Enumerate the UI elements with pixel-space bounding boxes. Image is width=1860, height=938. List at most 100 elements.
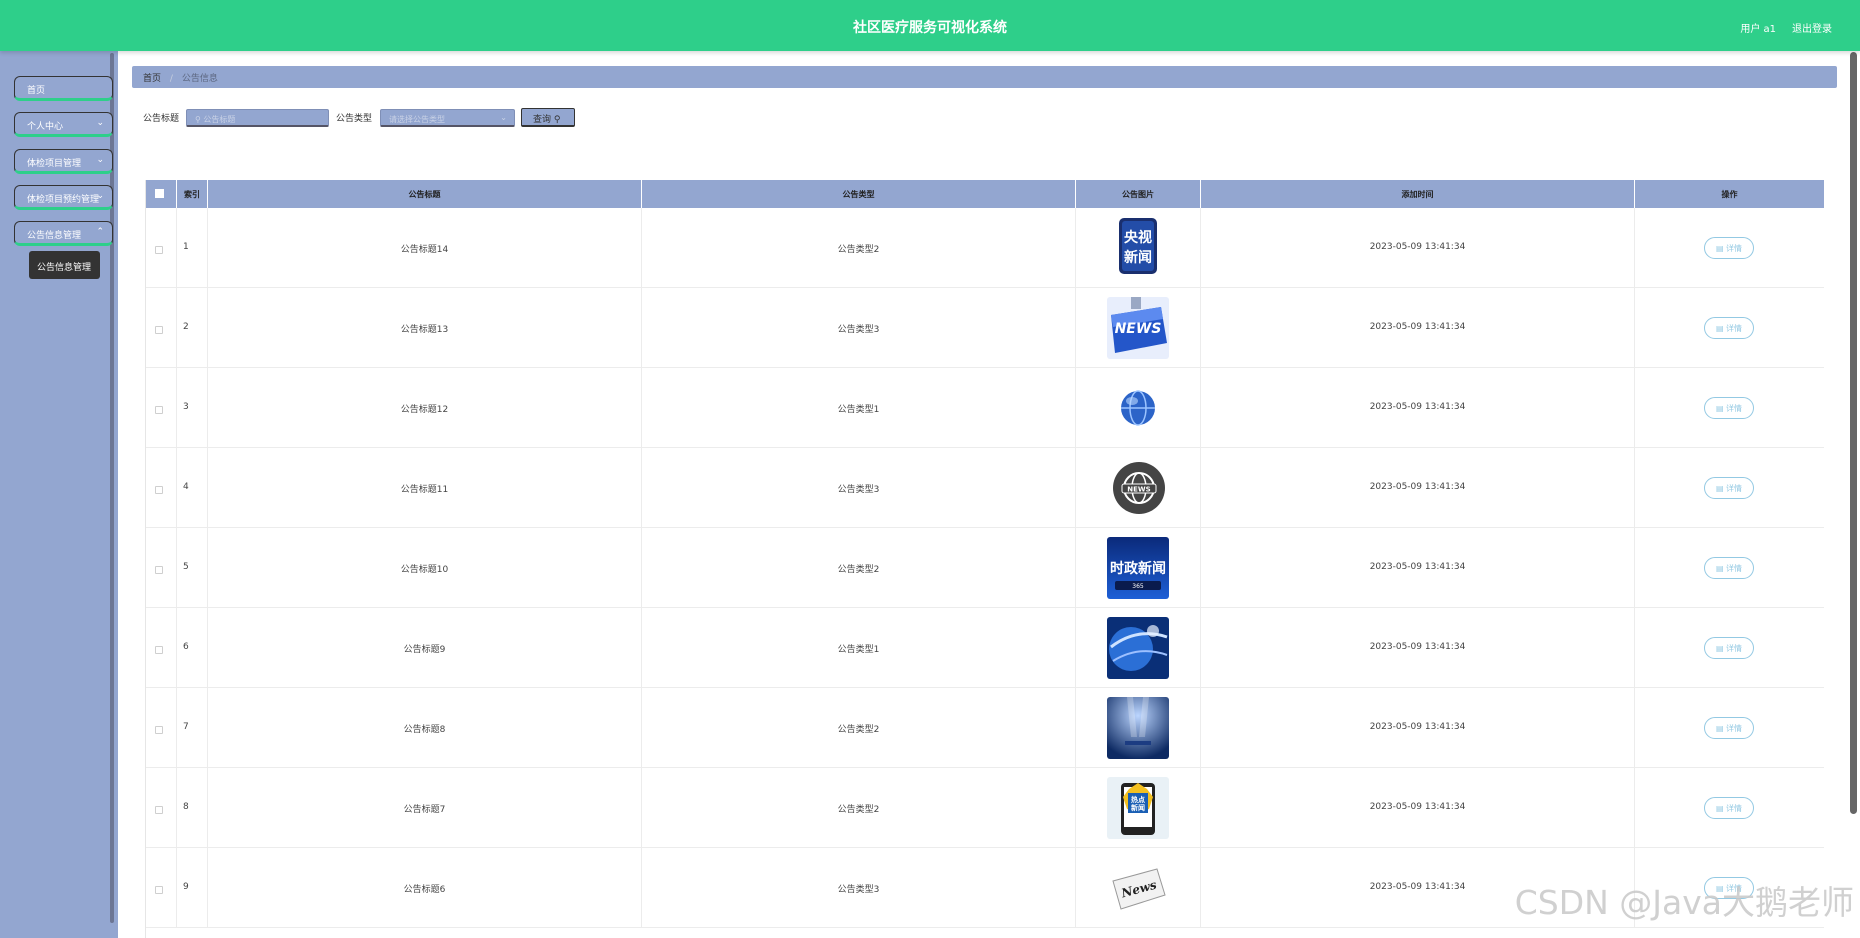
actions-cell: ▤ 详情 <box>1635 368 1824 448</box>
row-checkbox-cell <box>146 768 177 848</box>
breadcrumb-home[interactable]: 首页 <box>143 74 161 84</box>
chevron-down-icon: ⌄ <box>96 191 104 201</box>
index-cell: 6 <box>177 608 208 688</box>
table-row: 2 公告标题13 公告类型3 NEWS 2023-05-09 13:41:34 … <box>146 288 1824 368</box>
image-cell <box>1076 368 1201 448</box>
sidebar-item-label: 体检项目管理 <box>27 159 82 169</box>
detail-button[interactable]: ▤ 详情 <box>1704 477 1754 499</box>
table-row: 7 公告标题8 公告类型2 2023-05-09 13:41:34 ▤ 详情 <box>146 688 1824 768</box>
svg-text:央视: 央视 <box>1124 229 1152 246</box>
time-cell: 2023-05-09 13:41:34 <box>1201 208 1635 288</box>
logout-link[interactable]: 退出登录 <box>1792 20 1832 35</box>
actions-cell: ▤ 详情 <box>1635 208 1824 288</box>
table-row: 1 公告标题14 公告类型2 央视 新闻 2023-05-09 13:41:34 … <box>146 208 1824 288</box>
chevron-up-icon: ⌃ <box>96 227 104 237</box>
document-icon: ▤ <box>1715 484 1727 493</box>
detail-button[interactable]: ▤ 详情 <box>1704 317 1754 339</box>
document-icon: ▤ <box>1715 724 1727 733</box>
detail-label: 详情 <box>1726 244 1743 253</box>
submenu-notice-management[interactable]: 公告信息管理 <box>29 251 100 279</box>
type-select-placeholder: 请选择公告类型 <box>389 115 445 124</box>
image-cell: News <box>1076 848 1201 928</box>
select-all-checkbox[interactable] <box>155 189 164 198</box>
sidebar-item-label: 首页 <box>27 86 46 96</box>
type-cell: 公告类型2 <box>642 768 1076 848</box>
row-checkbox[interactable] <box>155 726 163 734</box>
time-cell: 2023-05-09 13:41:34 <box>1201 688 1635 768</box>
sidebar-item-home[interactable]: 首页 <box>14 76 113 101</box>
row-checkbox[interactable] <box>155 406 163 414</box>
detail-button[interactable]: ▤ 详情 <box>1704 637 1754 659</box>
shizheng-news-image: 时政新闻 365 <box>1107 537 1169 599</box>
app-title: 社区医疗服务可视化系统 <box>853 20 1007 36</box>
type-cell: 公告类型3 <box>642 288 1076 368</box>
page-scrollbar[interactable] <box>1850 52 1857 814</box>
sidebar-scrollbar[interactable] <box>110 53 114 923</box>
row-checkbox[interactable] <box>155 326 163 334</box>
document-icon: ▤ <box>1715 644 1727 653</box>
row-index: 4 <box>183 482 189 492</box>
row-index: 5 <box>183 562 189 572</box>
index-cell: 3 <box>177 368 208 448</box>
chevron-down-icon: ⌄ <box>96 155 104 165</box>
sidebar-item-label: 个人中心 <box>27 122 64 132</box>
image-cell: 央视 新闻 <box>1076 208 1201 288</box>
globe-image <box>1120 390 1156 426</box>
index-cell: 9 <box>177 848 208 928</box>
chevron-down-icon: ⌄ <box>500 113 507 122</box>
sidebar-item-notice[interactable]: 公告信息管理 ⌃ <box>14 221 113 246</box>
cctv-news-image: 央视 新闻 <box>1119 218 1157 274</box>
detail-button[interactable]: ▤ 详情 <box>1704 397 1754 419</box>
breadcrumb-current: 公告信息 <box>181 74 218 84</box>
detail-label: 详情 <box>1726 564 1743 573</box>
type-cell: 公告类型3 <box>642 448 1076 528</box>
document-icon: ▤ <box>1715 564 1727 573</box>
search-button[interactable]: 查询 ⚲ <box>521 108 575 127</box>
row-index: 6 <box>183 642 189 652</box>
title-cell: 公告标题8 <box>208 688 642 768</box>
image-cell <box>1076 608 1201 688</box>
row-checkbox-cell <box>146 368 177 448</box>
time-cell: 2023-05-09 13:41:34 <box>1201 608 1635 688</box>
row-checkbox[interactable] <box>155 646 163 654</box>
column-header-type: 公告类型 <box>642 180 1076 208</box>
detail-button[interactable]: ▤ 详情 <box>1704 557 1754 579</box>
image-cell: 时政新闻 365 <box>1076 528 1201 608</box>
sidebar-item-checkup-booking[interactable]: 体检项目预约管理 ⌄ <box>14 185 113 210</box>
document-icon: ▤ <box>1715 804 1727 813</box>
type-filter-label: 公告类型 <box>336 114 373 124</box>
image-cell: 热点 新闻 <box>1076 768 1201 848</box>
svg-text:NEWS: NEWS <box>1115 321 1162 337</box>
type-select[interactable]: 请选择公告类型 ⌄ <box>380 109 515 127</box>
type-cell: 公告类型1 <box>642 368 1076 448</box>
news-studio-image <box>1107 697 1169 759</box>
svg-text:新闻: 新闻 <box>1131 803 1145 812</box>
watermark: CSDN @Java大鹅老师 <box>1514 883 1854 922</box>
row-checkbox[interactable] <box>155 486 163 494</box>
title-search-input[interactable]: ⚲ 公告标题 <box>186 109 329 127</box>
detail-label: 详情 <box>1726 404 1743 413</box>
detail-button[interactable]: ▤ 详情 <box>1704 717 1754 739</box>
title-cell: 公告标题6 <box>208 848 642 928</box>
row-checkbox[interactable] <box>155 886 163 894</box>
sidebar-item-checkup-project[interactable]: 体检项目管理 ⌄ <box>14 149 113 174</box>
notice-table: 索引 公告标题 公告类型 公告图片 添加时间 操作 1 公告标题14 公告类型2… <box>145 180 1824 938</box>
row-checkbox-cell <box>146 848 177 928</box>
column-header-image: 公告图片 <box>1076 180 1201 208</box>
detail-label: 详情 <box>1726 724 1743 733</box>
detail-button[interactable]: ▤ 详情 <box>1704 797 1754 819</box>
blue-globe-image <box>1107 617 1169 679</box>
row-checkbox[interactable] <box>155 806 163 814</box>
row-index: 8 <box>183 802 189 812</box>
title-search-placeholder: 公告标题 <box>203 115 236 124</box>
sidebar-item-personal-center[interactable]: 个人中心 ⌄ <box>14 112 113 137</box>
document-icon: ▤ <box>1715 404 1727 413</box>
row-checkbox[interactable] <box>155 566 163 574</box>
news-badge-image: NEWS <box>1112 461 1166 515</box>
column-header-index: 索引 <box>177 180 208 208</box>
header-checkbox-cell <box>146 180 177 208</box>
row-checkbox[interactable] <box>155 246 163 254</box>
detail-button[interactable]: ▤ 详情 <box>1704 237 1754 259</box>
search-icon: ⚲ <box>553 115 561 125</box>
row-checkbox-cell <box>146 688 177 768</box>
